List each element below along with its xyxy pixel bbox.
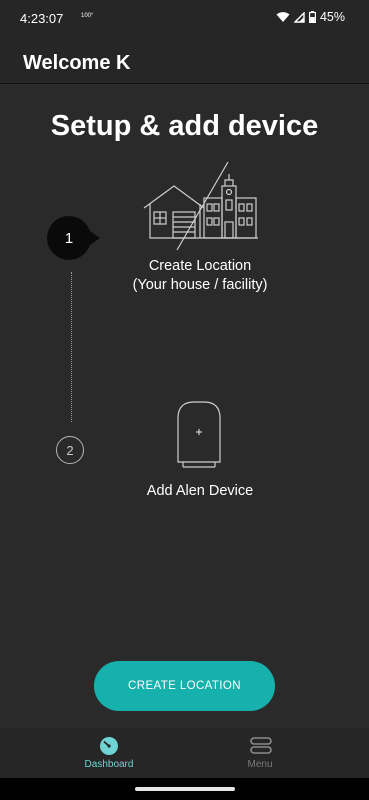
status-time: 4:23:07 <box>20 11 64 26</box>
create-location-button[interactable]: CREATE LOCATION <box>94 661 275 711</box>
step-2-number: 2 <box>66 442 74 458</box>
nav-label-dashboard: Dashboard <box>84 759 134 770</box>
create-location-label: Create Location (Your house / facility) <box>100 257 300 295</box>
battery-percent: 45% <box>319 10 345 24</box>
house-facility-icon <box>140 160 262 257</box>
create-location-title: Create Location <box>148 258 252 274</box>
step-1-pointer <box>90 231 100 245</box>
app-header: Welcome K <box>0 36 369 84</box>
air-purifier-icon <box>174 400 224 477</box>
step-2-indicator: 2 <box>56 436 84 464</box>
battery-icon <box>308 11 316 23</box>
nav-item-menu[interactable]: Menu <box>210 728 310 778</box>
step-connector <box>71 272 72 422</box>
gesture-bar <box>0 778 369 800</box>
status-temperature: 100° <box>81 13 94 19</box>
wifi-icon <box>276 11 290 23</box>
dashboard-icon <box>99 736 119 756</box>
nav-item-dashboard[interactable]: Dashboard <box>59 728 159 778</box>
status-bar: 4:23:07 100° 45% <box>0 0 369 36</box>
nav-label-menu: Menu <box>247 759 273 770</box>
cell-signal-icon <box>293 11 305 23</box>
welcome-title: Welcome K <box>23 52 131 74</box>
step-1-indicator: 1 <box>47 216 91 260</box>
bottom-nav: Dashboard Menu <box>0 728 369 778</box>
create-location-subtitle: (Your house / facility) <box>132 277 268 293</box>
home-gesture-handle[interactable] <box>135 787 235 791</box>
status-icons: 45% <box>276 10 345 24</box>
step-1-number: 1 <box>64 229 74 247</box>
add-device-label: Add Alen Device <box>146 483 254 499</box>
page-title: Setup & add device <box>50 110 319 142</box>
menu-icon <box>250 736 272 756</box>
